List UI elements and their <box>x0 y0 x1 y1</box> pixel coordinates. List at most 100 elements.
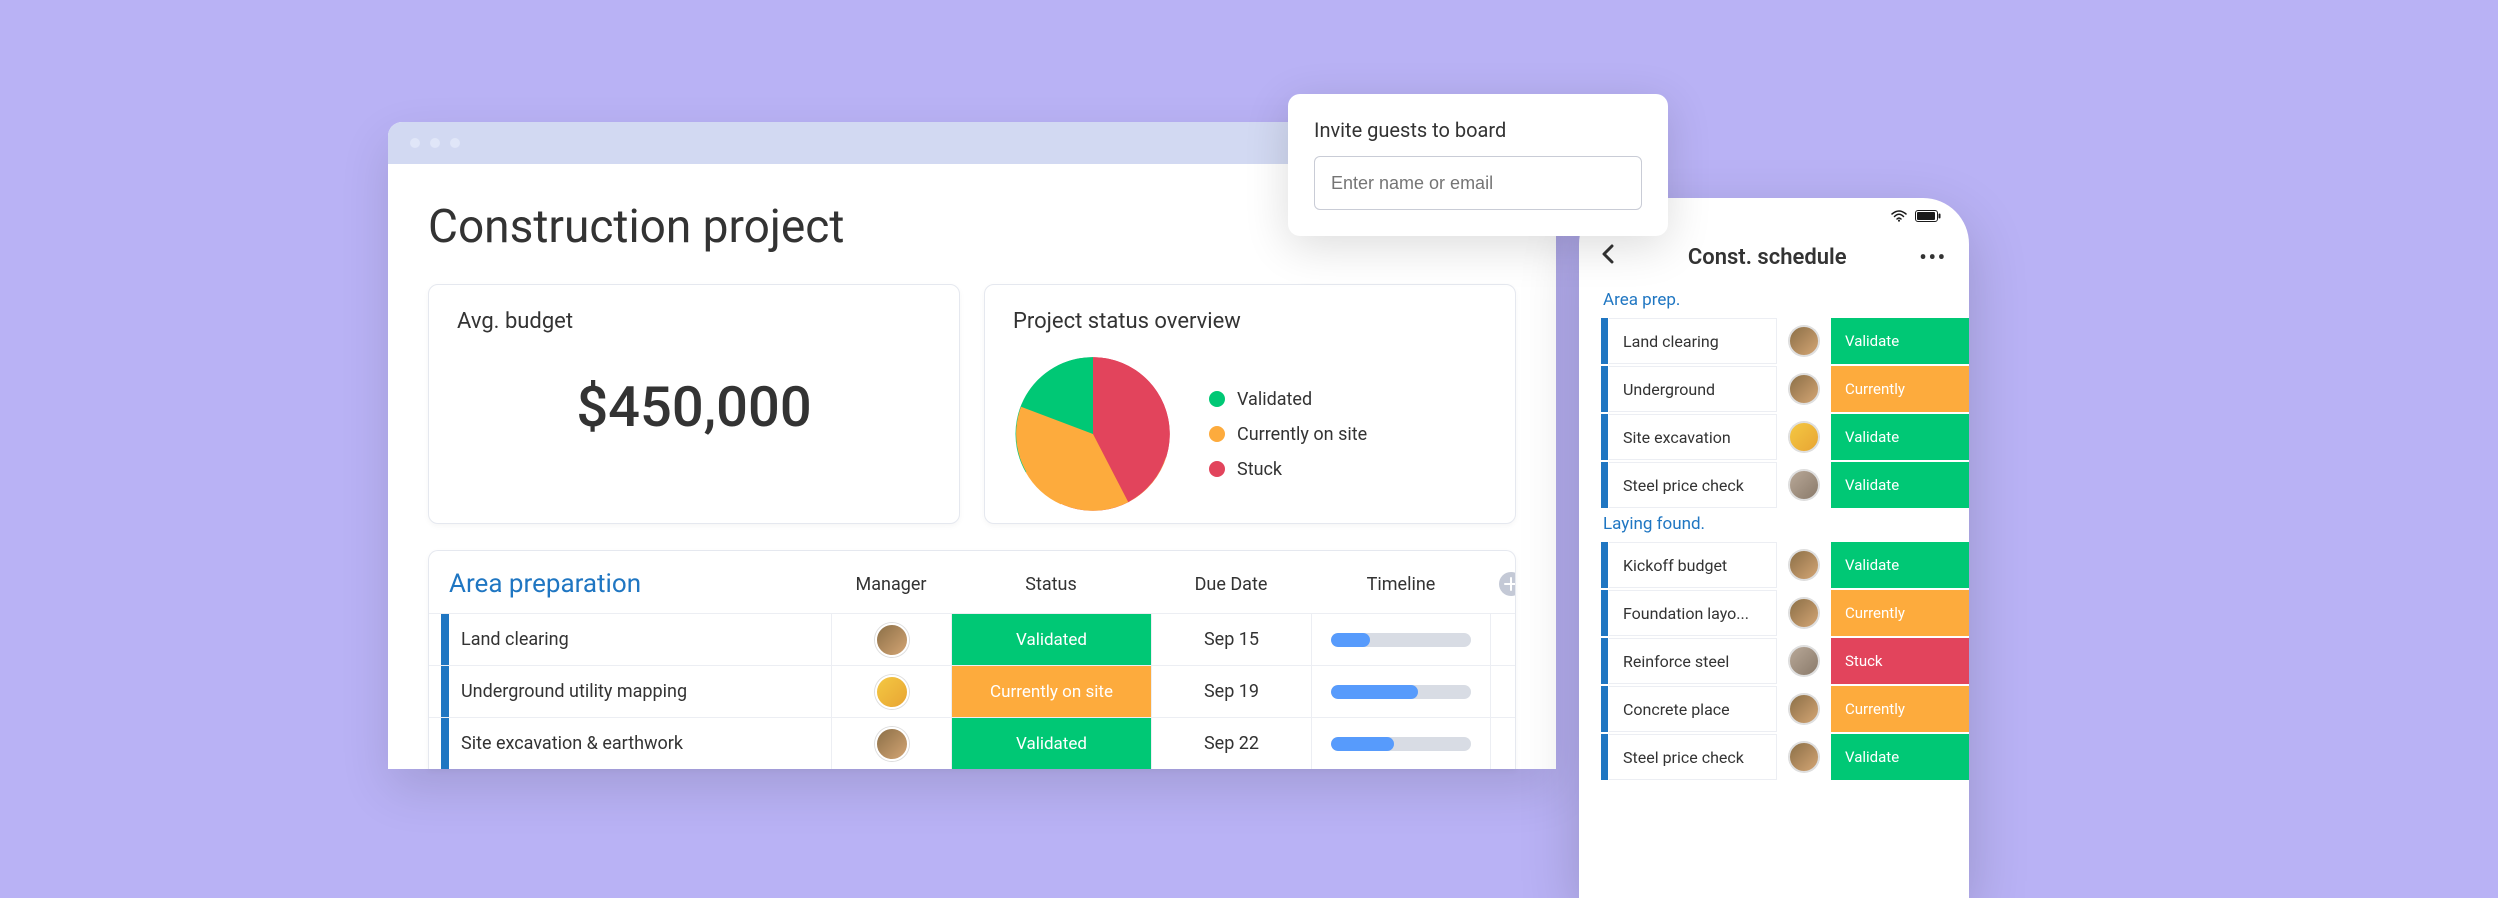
avatar[interactable] <box>1789 694 1819 724</box>
row-color-bar <box>1601 414 1608 460</box>
avatar[interactable] <box>875 675 909 709</box>
invite-popover: Invite guests to board <box>1288 94 1668 236</box>
budget-card-title: Avg. budget <box>457 309 931 334</box>
due-date-cell[interactable]: Sep 22 <box>1151 718 1311 769</box>
column-header-due[interactable]: Due Date <box>1151 574 1311 595</box>
window-dot-icon <box>450 138 460 148</box>
phone-task-row[interactable]: Site excavation Validate <box>1579 414 1969 460</box>
avatar[interactable] <box>1789 326 1819 356</box>
phone-task-row[interactable]: Foundation layo... Currently <box>1579 590 1969 636</box>
table-row[interactable]: Site excavation & earthwork Validated Se… <box>429 717 1515 769</box>
task-name[interactable]: Concrete place <box>1609 686 1777 732</box>
task-name[interactable]: Reinforce steel <box>1609 638 1777 684</box>
phone-section-title[interactable]: Area prep. <box>1579 286 1969 318</box>
legend-item: Validated <box>1209 389 1367 410</box>
row-color-bar <box>1601 542 1608 588</box>
wifi-icon <box>1891 210 1907 226</box>
status-cell[interactable]: Validate <box>1831 318 1969 364</box>
column-header-manager[interactable]: Manager <box>831 574 951 595</box>
battery-icon <box>1915 210 1941 226</box>
phone-section-title[interactable]: Laying found. <box>1579 510 1969 542</box>
status-cell[interactable]: Validate <box>1831 462 1969 508</box>
column-header-timeline[interactable]: Timeline <box>1311 574 1491 595</box>
status-cell[interactable]: Validate <box>1831 734 1969 780</box>
phone-task-row[interactable]: Concrete place Currently <box>1579 686 1969 732</box>
add-column-button[interactable] <box>1499 572 1516 596</box>
phone-task-row[interactable]: Steel price check Validate <box>1579 734 1969 780</box>
due-date-cell[interactable]: Sep 15 <box>1151 614 1311 665</box>
avatar[interactable] <box>1789 470 1819 500</box>
timeline-cell[interactable] <box>1311 614 1491 665</box>
legend-dot-icon <box>1209 426 1225 442</box>
legend-item: Currently on site <box>1209 424 1367 445</box>
status-cell[interactable]: Validate <box>1831 414 1969 460</box>
avatar[interactable] <box>875 623 909 657</box>
invite-input[interactable] <box>1314 156 1642 210</box>
timeline-cell[interactable] <box>1311 666 1491 717</box>
row-color-bar <box>1601 590 1608 636</box>
avatar[interactable] <box>1789 550 1819 580</box>
row-color-bar <box>1601 462 1608 508</box>
row-color-bar <box>1601 318 1608 364</box>
task-name[interactable]: Underground <box>1609 366 1777 412</box>
phone-page-title: Const. schedule <box>1688 245 1847 270</box>
task-name[interactable]: Kickoff budget <box>1609 542 1777 588</box>
status-cell[interactable]: Currently <box>1831 686 1969 732</box>
row-color-bar <box>441 666 449 717</box>
table-row[interactable]: Land clearing Validated Sep 15 <box>429 613 1515 665</box>
avatar[interactable] <box>1789 422 1819 452</box>
window-dot-icon <box>430 138 440 148</box>
back-icon[interactable] <box>1601 244 1615 270</box>
due-date-cell[interactable]: Sep 19 <box>1151 666 1311 717</box>
status-cell[interactable]: Stuck <box>1831 638 1969 684</box>
table-header-row: Area preparation Manager Status Due Date… <box>429 569 1515 613</box>
legend-label: Stuck <box>1237 459 1282 480</box>
column-header-status[interactable]: Status <box>951 574 1151 595</box>
phone-header: Const. schedule ••• <box>1579 238 1969 286</box>
row-color-bar <box>441 614 449 665</box>
phone-task-row[interactable]: Reinforce steel Stuck <box>1579 638 1969 684</box>
status-cell[interactable]: Currently on site <box>951 666 1151 717</box>
timeline-cell[interactable] <box>1311 718 1491 769</box>
avatar[interactable] <box>1789 598 1819 628</box>
task-name[interactable]: Steel price check <box>1609 734 1777 780</box>
avatar[interactable] <box>1789 374 1819 404</box>
budget-value: $450,000 <box>457 374 931 440</box>
legend-dot-icon <box>1209 461 1225 477</box>
task-name[interactable]: Foundation layo... <box>1609 590 1777 636</box>
budget-card: Avg. budget $450,000 <box>428 284 960 524</box>
avatar[interactable] <box>1789 742 1819 772</box>
task-name[interactable]: Steel price check <box>1609 462 1777 508</box>
task-name[interactable]: Site excavation & earthwork <box>461 733 683 754</box>
legend-dot-icon <box>1209 391 1225 407</box>
phone-task-row[interactable]: Underground Currently <box>1579 366 1969 412</box>
task-name[interactable]: Underground utility mapping <box>461 681 687 702</box>
phone-task-row[interactable]: Steel price check Validate <box>1579 462 1969 508</box>
more-icon[interactable]: ••• <box>1919 245 1947 269</box>
phone-task-row[interactable]: Kickoff budget Validate <box>1579 542 1969 588</box>
row-color-bar <box>1601 686 1608 732</box>
status-pie-chart <box>1013 354 1173 514</box>
status-cell[interactable]: Validated <box>951 614 1151 665</box>
task-name[interactable]: Land clearing <box>461 629 569 650</box>
avatar[interactable] <box>875 727 909 761</box>
row-color-bar <box>1601 366 1608 412</box>
phone-task-row[interactable]: Land clearing Validate <box>1579 318 1969 364</box>
status-cell[interactable]: Validated <box>951 718 1151 769</box>
row-color-bar <box>1601 638 1608 684</box>
task-name[interactable]: Site excavation <box>1609 414 1777 460</box>
pie-legend: Validated Currently on site Stuck <box>1209 389 1367 480</box>
status-cell[interactable]: Currently <box>1831 366 1969 412</box>
task-name[interactable]: Land clearing <box>1609 318 1777 364</box>
status-cell[interactable]: Validate <box>1831 542 1969 588</box>
status-cell[interactable]: Currently <box>1831 590 1969 636</box>
row-color-bar <box>1601 734 1608 780</box>
legend-item: Stuck <box>1209 459 1367 480</box>
avatar[interactable] <box>1789 646 1819 676</box>
status-card: Project status overview <box>984 284 1516 524</box>
invite-title: Invite guests to board <box>1314 118 1642 142</box>
legend-label: Currently on site <box>1237 424 1367 445</box>
table-row[interactable]: Underground utility mapping Currently on… <box>429 665 1515 717</box>
table-section-title[interactable]: Area preparation <box>441 569 831 599</box>
row-color-bar <box>441 718 449 769</box>
